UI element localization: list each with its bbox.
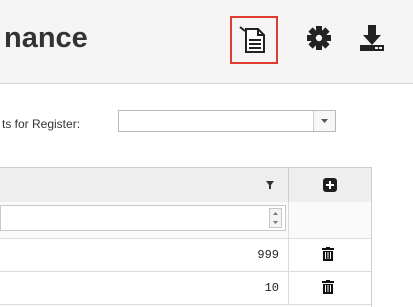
- table-row[interactable]: 999: [0, 239, 371, 272]
- numeric-spinner[interactable]: [269, 208, 282, 228]
- trash-icon[interactable]: [322, 280, 334, 294]
- page-title: nance: [4, 22, 88, 54]
- dropdown-toggle[interactable]: [313, 111, 335, 131]
- row-value: 10: [264, 281, 279, 295]
- register-filter-label: ts for Register:: [2, 117, 81, 131]
- settings-button[interactable]: [297, 16, 345, 64]
- filter-icon[interactable]: [265, 179, 275, 191]
- data-grid: 999 10: [0, 167, 372, 307]
- grid-header: [0, 167, 371, 203]
- spinner-arrows-icon: [273, 212, 278, 224]
- numeric-filter-input[interactable]: [0, 205, 286, 231]
- grid-filter-row: [0, 202, 371, 239]
- column-divider: [288, 239, 289, 271]
- download-button[interactable]: [351, 16, 399, 64]
- column-divider: [288, 272, 289, 304]
- column-divider: [288, 168, 289, 202]
- download-icon: [360, 25, 384, 51]
- notes-button[interactable]: [230, 16, 278, 64]
- register-select[interactable]: [118, 110, 336, 132]
- row-value: 999: [257, 248, 279, 262]
- table-row[interactable]: 10: [0, 272, 371, 305]
- column-divider: [288, 202, 289, 238]
- add-icon[interactable]: [323, 178, 337, 192]
- caret-down-icon: [321, 119, 328, 123]
- trash-icon[interactable]: [322, 247, 334, 261]
- page-header: nance: [0, 0, 413, 84]
- gear-icon: [307, 26, 331, 50]
- notes-document-icon: [239, 26, 265, 53]
